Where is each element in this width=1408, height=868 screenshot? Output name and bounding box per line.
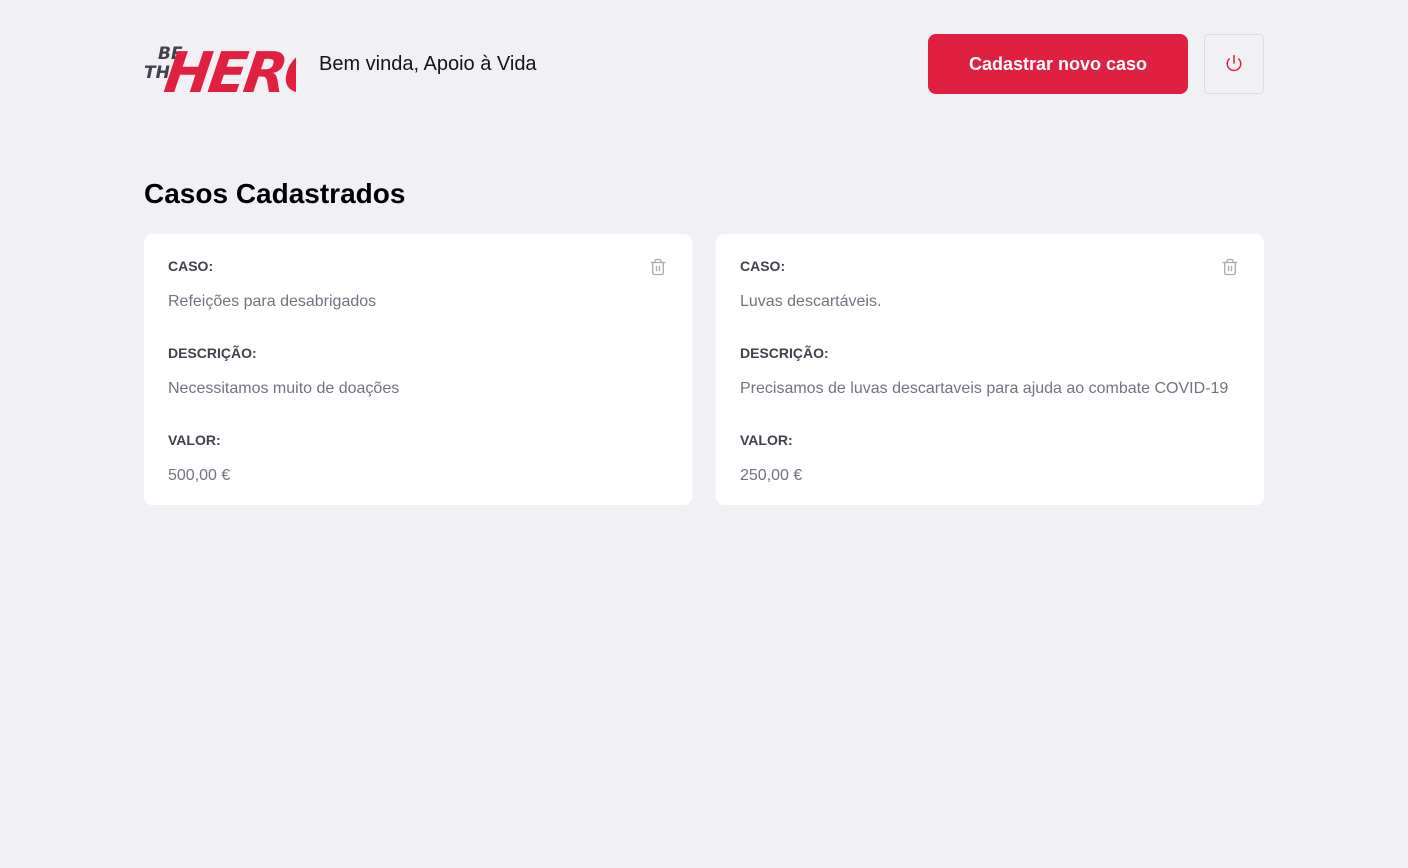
case-card: CASO: Refeições para desabrigados DESCRI… <box>144 234 692 505</box>
trash-icon <box>649 257 667 280</box>
value-label: VALOR: <box>740 432 793 448</box>
description-label: DESCRIÇÃO: <box>740 345 829 361</box>
case-description: Necessitamos muito de doações <box>168 380 400 397</box>
case-card: CASO: Luvas descartáveis. DESCRIÇÃO: Pre… <box>716 234 1264 505</box>
page-container: BE THE HERO Bem vinda, Apoio à Vida Cada… <box>144 0 1264 505</box>
delete-case-button[interactable] <box>648 258 668 278</box>
trash-icon <box>1221 257 1239 280</box>
svg-text:HERO: HERO <box>161 41 296 96</box>
new-case-button[interactable]: Cadastrar novo caso <box>928 34 1188 94</box>
power-icon <box>1225 54 1243 75</box>
description-label: DESCRIÇÃO: <box>168 345 257 361</box>
case-label: CASO: <box>740 258 786 274</box>
case-description: Precisamos de luvas descartaveis para aj… <box>740 380 1229 397</box>
delete-case-button[interactable] <box>1220 258 1240 278</box>
page-title: Casos Cadastrados <box>144 178 406 209</box>
case-list: CASO: Refeições para desabrigados DESCRI… <box>144 234 1264 505</box>
case-title: Luvas descartáveis. <box>740 293 882 310</box>
value-label: VALOR: <box>168 432 221 448</box>
case-label: CASO: <box>168 258 214 274</box>
case-value: 500,00 € <box>168 467 231 484</box>
case-value: 250,00 € <box>740 467 803 484</box>
header-actions: Cadastrar novo caso <box>928 34 1264 94</box>
page-header: BE THE HERO Bem vinda, Apoio à Vida Cada… <box>144 32 1264 96</box>
logout-button[interactable] <box>1204 34 1264 94</box>
case-title: Refeições para desabrigados <box>168 293 377 310</box>
welcome-greeting: Bem vinda, Apoio à Vida <box>319 52 537 75</box>
be-the-hero-logo: BE THE HERO <box>144 32 296 96</box>
